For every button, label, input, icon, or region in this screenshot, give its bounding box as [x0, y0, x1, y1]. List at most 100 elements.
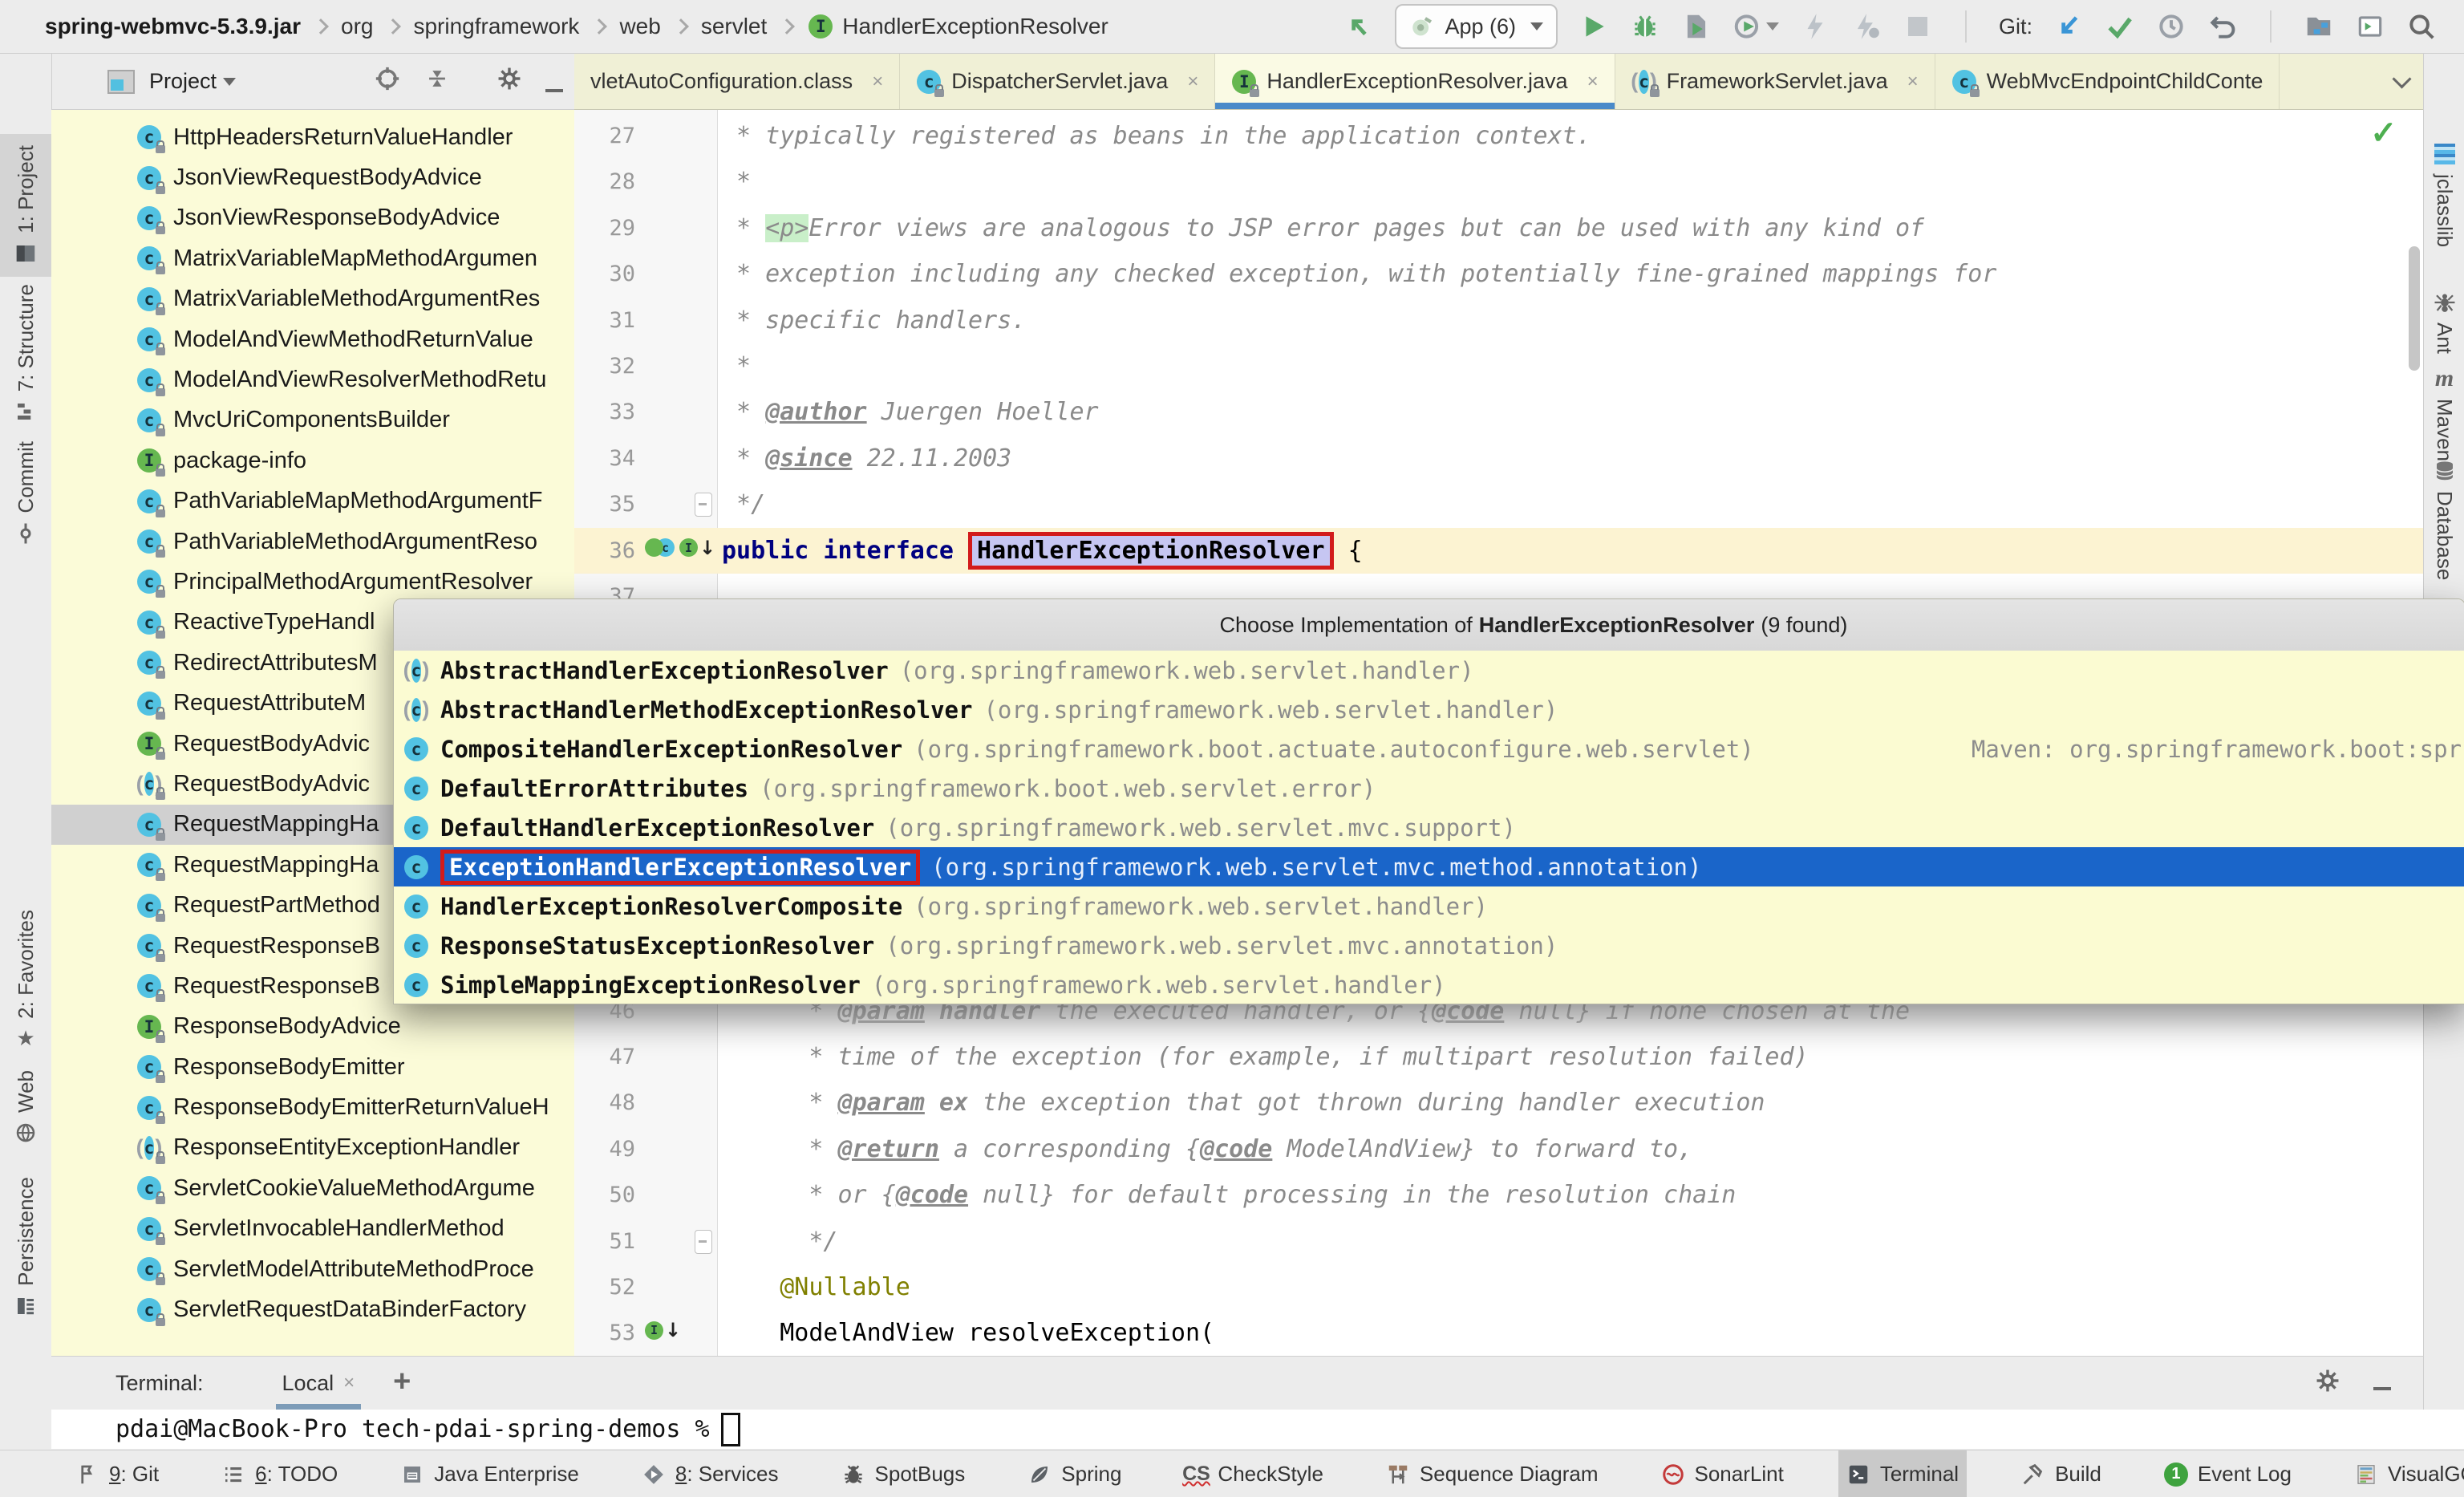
- tree-item[interactable]: cResponseBodyEmitterReturnValueH: [51, 1087, 574, 1127]
- implementations-gutter-icon[interactable]: I↓: [645, 1319, 681, 1341]
- editor-tab[interactable]: vletAutoConfiguration.class×: [574, 54, 900, 109]
- profiler-button[interactable]: [1732, 11, 1779, 42]
- rollback-button[interactable]: [2207, 11, 2238, 42]
- statusbar-toolwindow-button[interactable]: Terminal: [1838, 1450, 1967, 1497]
- breadcrumb-item[interactable]: spring-webmvc-5.3.9.jar: [45, 14, 301, 39]
- hide-panel-button[interactable]: [545, 89, 563, 92]
- close-icon[interactable]: ×: [872, 71, 883, 93]
- git-update-button[interactable]: [2053, 11, 2084, 42]
- close-icon[interactable]: ×: [343, 1372, 355, 1394]
- breadcrumb[interactable]: spring-webmvc-5.3.9.jar org springframewor…: [0, 13, 1108, 40]
- project-dropdown-caret[interactable]: [223, 78, 236, 86]
- tool-stripe-button[interactable]: Persistence: [0, 1177, 51, 1318]
- statusbar-toolwindow-button[interactable]: Spring: [1019, 1450, 1129, 1497]
- statusbar-toolwindow-button[interactable]: 9: Git: [67, 1450, 167, 1497]
- implementation-item[interactable]: (c)AbstractHandlerMethodExceptionResolve…: [394, 690, 2464, 729]
- tree-item[interactable]: cJsonViewRequestBodyAdvice: [51, 157, 574, 197]
- bolt-debug-button[interactable]: [1851, 11, 1882, 42]
- back-button[interactable]: [1343, 11, 1374, 42]
- editor-tab[interactable]: cWebMvcEndpointChildConte: [1935, 54, 2280, 109]
- tree-item[interactable]: cServletInvocableHandlerMethod: [51, 1209, 574, 1249]
- tree-item[interactable]: cHttpHeadersReturnValueHandler: [51, 117, 574, 157]
- fold-marker-icon[interactable]: [695, 493, 712, 517]
- tool-stripe-button[interactable]: Web: [0, 1070, 51, 1145]
- breadcrumb-item[interactable]: springframework: [413, 14, 579, 39]
- statusbar-toolwindow-button[interactable]: CSCheckStyle: [1176, 1450, 1331, 1497]
- tree-item[interactable]: cModelAndViewResolverMethodRetu: [51, 359, 574, 400]
- bolt-button[interactable]: [1800, 11, 1830, 42]
- implementations-gutter-icon[interactable]: cI↓: [645, 537, 715, 559]
- terminal-settings-button[interactable]: [2314, 1367, 2341, 1400]
- tool-stripe-button[interactable]: 2: Favorites★: [0, 910, 51, 1051]
- tree-item[interactable]: cPrincipalMethodArgumentResolver: [51, 562, 574, 602]
- tool-stripe-button[interactable]: 7: Structure: [0, 284, 51, 424]
- breadcrumb-item[interactable]: servlet: [701, 14, 767, 39]
- implementation-item[interactable]: cHandlerExceptionResolverComposite(org.s…: [394, 886, 2464, 926]
- close-icon[interactable]: ×: [1907, 71, 1919, 93]
- implementation-item[interactable]: cResponseStatusExceptionResolver(org.spr…: [394, 926, 2464, 965]
- editor-scrollbar[interactable]: [2409, 246, 2420, 371]
- tree-item[interactable]: cJsonViewResponseBodyAdvice: [51, 198, 574, 238]
- tool-stripe-button[interactable]: jclasslib: [2424, 142, 2464, 247]
- statusbar-toolwindow-button[interactable]: 1Event Log: [2156, 1450, 2300, 1497]
- editor-tab[interactable]: cDispatcherServlet.java×: [900, 54, 1215, 109]
- terminal-minimize-button[interactable]: [2373, 1371, 2391, 1396]
- implementation-item[interactable]: cDefaultHandlerExceptionResolver(org.spr…: [394, 808, 2464, 847]
- tool-stripe-button[interactable]: Commit: [0, 441, 51, 546]
- terminal-console[interactable]: pdai@MacBook-Pro tech-pdai-spring-demos …: [51, 1410, 2464, 1449]
- collapse-all-button[interactable]: [424, 65, 451, 92]
- run-configuration-selector[interactable]: App (6): [1395, 4, 1558, 49]
- breadcrumb-item[interactable]: HandlerExceptionResolver: [842, 14, 1108, 39]
- statusbar-toolwindow-button[interactable]: SonarLint: [1653, 1450, 1792, 1497]
- tree-item[interactable]: cPathVariableMapMethodArgumentF: [51, 481, 574, 521]
- tool-stripe-button[interactable]: 1: Project: [0, 134, 51, 277]
- fold-marker-icon[interactable]: [695, 1230, 712, 1254]
- tool-stripe-button[interactable]: mMaven: [2424, 367, 2464, 461]
- statusbar-toolwindow-button[interactable]: VisualGC: [2346, 1450, 2464, 1497]
- breadcrumb-item[interactable]: web: [619, 14, 660, 39]
- implementation-item[interactable]: cCompositeHandlerExceptionResolver(org.s…: [394, 729, 2464, 769]
- editor-tab[interactable]: (c)FrameworkServlet.java×: [1615, 54, 1935, 109]
- tree-item[interactable]: cMatrixVariableMethodArgumentRes: [51, 279, 574, 319]
- implementation-item[interactable]: cDefaultErrorAttributes(org.springframew…: [394, 769, 2464, 808]
- tree-item[interactable]: cMatrixVariableMapMethodArgumen: [51, 238, 574, 278]
- locate-file-button[interactable]: [374, 65, 401, 92]
- implementation-item[interactable]: cExceptionHandlerExceptionResolver(org.s…: [394, 847, 2464, 886]
- tree-item[interactable]: (c)ResponseEntityExceptionHandler: [51, 1128, 574, 1168]
- compare-button[interactable]: [2304, 11, 2334, 42]
- terminal-tab-local[interactable]: Local×: [276, 1357, 362, 1410]
- tool-stripe-button[interactable]: Ant: [2424, 290, 2464, 354]
- new-terminal-tab-button[interactable]: +: [393, 1369, 411, 1397]
- tree-item[interactable]: cResponseBodyEmitter: [51, 1047, 574, 1087]
- tree-item[interactable]: cServletRequestDataBinderFactory: [51, 1289, 574, 1329]
- tree-item[interactable]: cServletCookieValueMethodArgume: [51, 1168, 574, 1208]
- search-button[interactable]: [2406, 11, 2437, 42]
- git-commit-button[interactable]: [2105, 11, 2135, 42]
- statusbar-toolwindow-button[interactable]: Java Enterprise: [392, 1450, 587, 1497]
- tab-overflow-button[interactable]: [2381, 54, 2423, 109]
- tree-item[interactable]: Ipackage-info: [51, 440, 574, 481]
- breadcrumb-item[interactable]: org: [341, 14, 373, 39]
- editor-tab[interactable]: IHandlerExceptionResolver.java×: [1215, 54, 1615, 109]
- close-icon[interactable]: ×: [1187, 71, 1198, 93]
- tool-stripe-button[interactable]: Database: [2424, 459, 2464, 580]
- statusbar-toolwindow-button[interactable]: Build: [2013, 1450, 2109, 1497]
- play-button[interactable]: [1578, 11, 1609, 42]
- tree-item[interactable]: cMvcUriComponentsBuilder: [51, 400, 574, 440]
- project-panel-title[interactable]: Project: [149, 69, 217, 94]
- statusbar-toolwindow-button[interactable]: 8: Services: [634, 1450, 787, 1497]
- history-button[interactable]: [2156, 11, 2186, 42]
- statusbar-toolwindow-button[interactable]: Sequence Diagram: [1378, 1450, 1607, 1497]
- stop-button[interactable]: [1903, 11, 1933, 42]
- statusbar-toolwindow-button[interactable]: SpotBugs: [833, 1450, 974, 1497]
- close-icon[interactable]: ×: [1587, 71, 1599, 93]
- debug-button[interactable]: [1630, 11, 1660, 42]
- tree-item[interactable]: IResponseBodyAdvice: [51, 1007, 574, 1047]
- tree-item[interactable]: cModelAndViewMethodReturnValue: [51, 319, 574, 359]
- implementation-item[interactable]: (c)AbstractHandlerExceptionResolver(org.…: [394, 651, 2464, 690]
- coverage-button[interactable]: [1681, 11, 1712, 42]
- implementation-item[interactable]: cSimpleMappingExceptionResolver(org.spri…: [394, 965, 2464, 1004]
- panel-settings-button[interactable]: [496, 65, 523, 92]
- tree-item[interactable]: cPathVariableMethodArgumentReso: [51, 521, 574, 562]
- tree-item[interactable]: cServletModelAttributeMethodProce: [51, 1249, 574, 1289]
